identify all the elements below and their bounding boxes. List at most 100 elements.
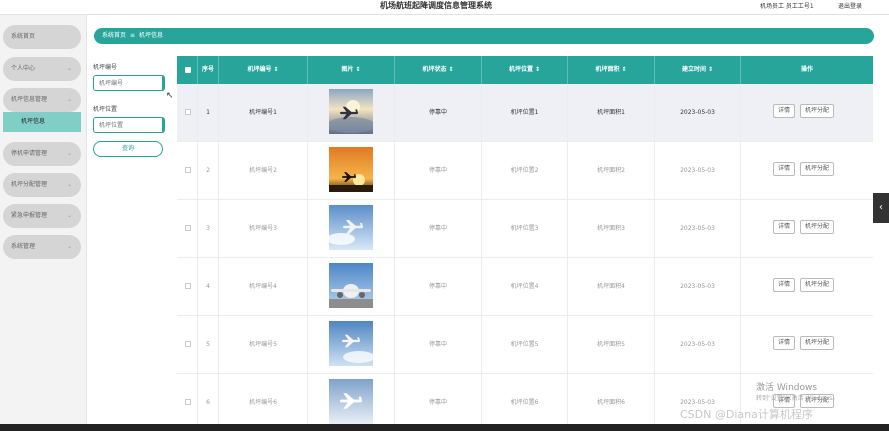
- assign-apron-button[interactable]: 机坪分配: [800, 278, 834, 292]
- created-time: 2023-05-03: [655, 316, 741, 373]
- chevron-down-icon: ⌄: [66, 65, 72, 72]
- apron-area: 机坪面积4: [568, 258, 655, 315]
- sidebar-item-label: 系统首页: [11, 33, 36, 40]
- column-header[interactable]: 机坪面积 ⇕: [568, 56, 655, 84]
- detail-button[interactable]: 详情: [773, 336, 795, 350]
- row-checkbox[interactable]: [185, 341, 191, 347]
- image-cell: [308, 316, 395, 373]
- sidebar-item-label: 机坪信息管理: [11, 96, 48, 103]
- assign-apron-button[interactable]: 机坪分配: [800, 336, 834, 350]
- user-info: 机场员工 员工工号1: [760, 3, 814, 10]
- row-select-cell[interactable]: [177, 142, 198, 199]
- apron-thumbnail: [329, 263, 373, 308]
- apron-code: 机坪编号3: [219, 200, 308, 257]
- row-select-cell[interactable]: [177, 84, 198, 141]
- image-cell: [308, 258, 395, 315]
- sidebar-item-label: 个人中心: [11, 65, 36, 72]
- top-bar: 机场航班起降调度信息管理系统 机场员工 员工工号1 退出登录: [0, 0, 889, 15]
- apron-code-label: 机坪编号: [93, 64, 118, 71]
- row-checkbox[interactable]: [185, 399, 191, 405]
- apron-code: 机坪编号4: [219, 258, 308, 315]
- created-time: 2023-05-03: [655, 200, 741, 257]
- csdn-watermark: CSDN @Diana计算机程序: [680, 408, 813, 421]
- column-header[interactable]: 机坪状态 ⇕: [395, 56, 482, 84]
- apron-area: 机坪面积3: [568, 200, 655, 257]
- apron-area: 机坪面积2: [568, 142, 655, 199]
- table-header: 序号 机坪编号 ⇕ 图片 ⇕ 机坪状态 ⇕ 机坪位置 ⇕ 机坪面积 ⇕ 建立时间…: [177, 56, 873, 84]
- table-row: 2 机坪编号2 停靠中 机坪位置2 机坪面积2 2023-05-03 详情 机坪分配: [177, 142, 873, 200]
- chevron-down-icon: ⌄: [66, 150, 72, 157]
- column-header[interactable]: 建立时间 ⇕: [655, 56, 741, 84]
- apron-thumbnail: [327, 89, 375, 134]
- sidebar-item-home[interactable]: 系统首页: [3, 25, 81, 49]
- row-select-cell[interactable]: [177, 374, 198, 424]
- apron-location-input[interactable]: [93, 117, 165, 133]
- image-cell: [308, 84, 395, 141]
- actions-cell: 详情 机坪分配: [741, 316, 873, 373]
- row-index: 6: [198, 374, 219, 424]
- collapse-panel-icon[interactable]: ‹: [873, 193, 889, 223]
- apron-location: 机坪位置4: [482, 258, 568, 315]
- row-select-cell[interactable]: [177, 316, 198, 373]
- windows-activation-hint: 转到"设置"以激活 Windows。: [756, 395, 839, 402]
- apron-code: 机坪编号6: [219, 374, 308, 424]
- apron-status: 停靠中: [395, 200, 482, 257]
- actions-cell: 详情 机坪分配: [741, 200, 873, 257]
- row-checkbox[interactable]: [185, 167, 191, 173]
- select-all-cell[interactable]: [177, 56, 198, 84]
- apron-table: 序号 机坪编号 ⇕ 图片 ⇕ 机坪状态 ⇕ 机坪位置 ⇕ 机坪面积 ⇕ 建立时间…: [177, 56, 873, 424]
- apron-code: 机坪编号1: [219, 84, 308, 141]
- detail-button[interactable]: 详情: [773, 104, 795, 118]
- sidebar-item-apron-assign[interactable]: 机坪分配管理 ⌄: [3, 173, 81, 197]
- row-index: 3: [198, 200, 219, 257]
- sidebar-item-apron-info[interactable]: 机坪信息: [3, 112, 81, 132]
- assign-apron-button[interactable]: 机坪分配: [800, 104, 834, 118]
- apron-location-label: 机坪位置: [93, 106, 118, 113]
- image-cell: [308, 200, 395, 257]
- assign-apron-button[interactable]: 机坪分配: [800, 162, 834, 176]
- row-index: 4: [198, 258, 219, 315]
- sidebar-item-label: 紧急申报管理: [11, 212, 48, 219]
- actions-cell: 详情 机坪分配: [741, 84, 873, 141]
- row-checkbox[interactable]: [185, 283, 191, 289]
- sidebar-item-apron-mgmt[interactable]: 机坪信息管理 ⌄: [3, 88, 81, 112]
- apron-location: 机坪位置2: [482, 142, 568, 199]
- detail-button[interactable]: 详情: [773, 220, 795, 234]
- detail-button[interactable]: 详情: [773, 162, 795, 176]
- sidebar-item-profile[interactable]: 个人中心 ⌄: [3, 57, 81, 81]
- sidebar-item-emergency[interactable]: 紧急申报管理 ⌄: [3, 204, 81, 228]
- table-row: 1 机坪编号1 停靠中 机坪位置1 机坪面积1 2023-05-03 详情 机坪分配: [177, 84, 873, 142]
- column-header[interactable]: 机坪位置 ⇕: [482, 56, 568, 84]
- column-header[interactable]: 机坪编号 ⇕: [219, 56, 308, 84]
- apron-location: 机坪位置6: [482, 374, 568, 424]
- row-checkbox[interactable]: [185, 225, 191, 231]
- taskbar: [0, 424, 889, 431]
- image-cell: [308, 374, 395, 424]
- actions-cell: 详情 机坪分配: [741, 142, 873, 199]
- apron-location: 机坪位置1: [482, 84, 568, 141]
- row-select-cell[interactable]: [177, 200, 198, 257]
- sidebar-item-system[interactable]: 系统管理 ⌄: [3, 235, 81, 259]
- assign-apron-button[interactable]: 机坪分配: [800, 220, 834, 234]
- detail-button[interactable]: 详情: [773, 278, 795, 292]
- row-checkbox[interactable]: [185, 109, 191, 115]
- query-button[interactable]: 查询: [93, 141, 163, 157]
- breadcrumb-home[interactable]: 系统首页: [102, 32, 126, 39]
- chevron-down-icon: ⌄: [66, 96, 72, 103]
- created-time: 2023-05-03: [655, 142, 741, 199]
- breadcrumb-separator: ≡: [130, 32, 136, 39]
- apron-code-input[interactable]: [93, 75, 165, 91]
- logout-link[interactable]: 退出登录: [838, 1, 862, 10]
- select-all-checkbox[interactable]: [185, 67, 191, 73]
- apron-code: 机坪编号2: [219, 142, 308, 199]
- apron-status: 停靠中: [395, 258, 482, 315]
- chevron-down-icon: ⌄: [66, 212, 72, 219]
- apron-status: 停靠中: [395, 374, 482, 424]
- sidebar-item-parking-request[interactable]: 停机申请管理 ⌄: [3, 142, 81, 166]
- sidebar-item-label: 系统管理: [11, 243, 36, 250]
- column-header[interactable]: 图片 ⇕: [308, 56, 395, 84]
- apron-code: 机坪编号5: [219, 316, 308, 373]
- apron-thumbnail: [329, 379, 373, 424]
- row-select-cell[interactable]: [177, 258, 198, 315]
- column-header: 序号: [198, 56, 219, 84]
